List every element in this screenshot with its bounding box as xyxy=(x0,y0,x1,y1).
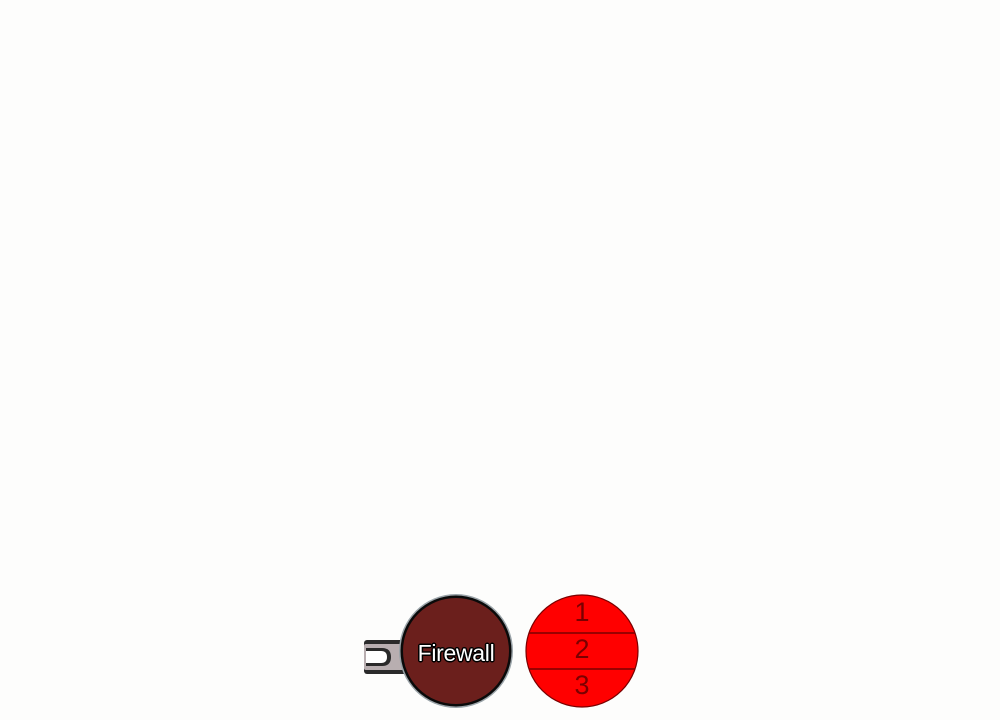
firewall-node-icon xyxy=(399,594,513,708)
game-stage: Firewall 1 2 3 xyxy=(0,0,1000,720)
level-selector-disc xyxy=(524,594,640,708)
level-selector: 1 2 3 xyxy=(524,593,640,709)
firewall-button[interactable]: Firewall xyxy=(398,593,514,709)
level-2-segment[interactable] xyxy=(524,633,640,669)
firewall-fill xyxy=(403,598,509,704)
connector-cap xyxy=(366,651,387,663)
